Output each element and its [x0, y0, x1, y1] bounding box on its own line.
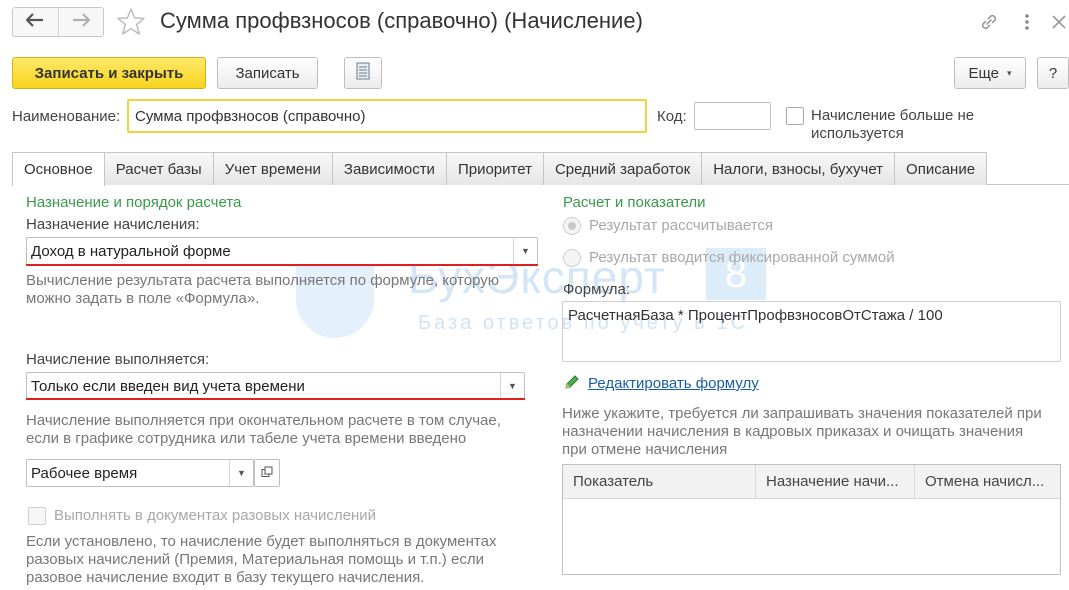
- indicators-table[interactable]: Показатель Назначение начи... Отмена нач…: [562, 464, 1061, 575]
- code-label: Код:: [657, 108, 687, 125]
- purpose-select-value: Доход в натуральной форме: [31, 242, 231, 260]
- radio-fixed-label: Результат вводится фиксированной суммой: [589, 249, 895, 266]
- name-label: Наименование:: [12, 108, 121, 125]
- one-time-note-line1: Если установлено, то начисление будет вы…: [26, 533, 497, 550]
- tab-main[interactable]: Основное: [12, 152, 105, 186]
- performed-select-value: Только если введен вид учета времени: [31, 377, 305, 395]
- performed-note: Начисление выполняется при окончательном…: [26, 412, 501, 448]
- open-time-type-button[interactable]: [254, 459, 280, 487]
- highlight-underline: [26, 398, 525, 400]
- not-used-checkbox[interactable]: [786, 107, 804, 125]
- one-time-note: Если установлено, то начисление будет вы…: [26, 533, 496, 587]
- tab-dependencies[interactable]: Зависимости: [331, 152, 447, 185]
- code-field[interactable]: [694, 102, 771, 130]
- not-used-label-line1: Начисление больше не: [811, 107, 975, 124]
- one-time-note-line2: разовых начислений (Премия, Материальная…: [26, 551, 484, 568]
- indicators-note-line3: при отмене начисления: [562, 441, 728, 458]
- table-header: Показатель Назначение начи... Отмена нач…: [563, 465, 1060, 499]
- tab-base-calculation[interactable]: Расчет базы: [103, 152, 214, 185]
- link-icon[interactable]: [977, 10, 1001, 34]
- navigation-group: [12, 7, 104, 37]
- purpose-select[interactable]: Доход в натуральной форме ▼: [26, 237, 538, 265]
- chevron-down-icon[interactable]: ▼: [513, 238, 537, 264]
- tab-bar: Основное Расчет базы Учет времени Зависи…: [12, 152, 988, 186]
- purpose-note-line1: Вычисление результата расчета выполняетс…: [26, 272, 500, 289]
- purpose-note: Вычисление результата расчета выполняетс…: [26, 272, 499, 308]
- tab-description[interactable]: Описание: [894, 152, 988, 185]
- one-time-note-line3: разовое начисление входит в базу текущег…: [26, 569, 425, 586]
- performed-select[interactable]: Только если введен вид учета времени ▼: [26, 372, 525, 400]
- pencil-icon[interactable]: [563, 373, 581, 395]
- purpose-label: Назначение начисления:: [26, 216, 200, 233]
- document-list-icon: [356, 62, 370, 84]
- formula-label: Формула:: [563, 281, 631, 298]
- indicators-note-line1: Ниже укажите, требуется ли запрашивать з…: [562, 405, 1042, 422]
- edit-formula-link[interactable]: Редактировать формулу: [588, 375, 759, 392]
- chevron-down-icon[interactable]: ▼: [229, 460, 253, 486]
- section-title-purpose: Назначение и порядок расчета: [26, 194, 242, 211]
- highlight-underline: [26, 264, 538, 266]
- one-time-label: Выполнять в документах разовых начислени…: [54, 507, 376, 524]
- close-icon[interactable]: [1047, 10, 1069, 34]
- radio-dot: [568, 222, 576, 230]
- help-button[interactable]: ?: [1037, 57, 1069, 89]
- save-and-close-button[interactable]: Записать и закрыть: [12, 57, 206, 89]
- purpose-note-line2: можно задать в поле «Формула».: [26, 290, 260, 307]
- more-actions-label: Еще: [968, 64, 999, 82]
- forward-button[interactable]: [57, 8, 103, 36]
- radio-calculated-label: Результат рассчитывается: [589, 217, 774, 234]
- section-title-calculation: Расчет и показатели: [563, 194, 706, 211]
- indicators-note: Ниже укажите, требуется ли запрашивать з…: [562, 405, 1042, 459]
- arrow-left-icon: [26, 13, 44, 31]
- tab-taxes-accounting[interactable]: Налоги, взносы, бухучет: [701, 152, 896, 185]
- back-button[interactable]: [13, 8, 58, 36]
- radio-calculated[interactable]: [563, 217, 581, 235]
- tab-time-tracking[interactable]: Учет времени: [212, 152, 333, 185]
- arrow-right-icon: [72, 13, 91, 31]
- chevron-down-icon[interactable]: ▼: [500, 373, 524, 399]
- formula-field[interactable]: РасчетнаяБаза * ПроцентПрофвзносовОтСтаж…: [562, 301, 1061, 362]
- performed-note-line2: если в графике сотрудника или табеле уче…: [26, 430, 467, 447]
- time-type-select[interactable]: Рабочее время ▼: [26, 459, 254, 487]
- favorite-star-icon[interactable]: [116, 7, 146, 41]
- tab-average-earnings[interactable]: Средний заработок: [542, 152, 703, 185]
- name-field[interactable]: Сумма профвзносов (справочно): [127, 99, 647, 133]
- column-header-assignment[interactable]: Назначение начи...: [756, 465, 915, 498]
- one-time-checkbox[interactable]: [28, 507, 46, 525]
- performed-label: Начисление выполняется:: [26, 351, 210, 368]
- report-button[interactable]: [344, 57, 382, 89]
- column-header-cancellation[interactable]: Отмена начисл...: [915, 465, 1060, 498]
- time-type-value: Рабочее время: [31, 464, 138, 482]
- performed-note-line1: Начисление выполняется при окончательном…: [26, 412, 501, 429]
- not-used-label-line2: используется: [811, 125, 904, 142]
- open-form-icon: [261, 465, 273, 482]
- more-vertical-icon[interactable]: [1015, 10, 1039, 34]
- save-button[interactable]: Записать: [217, 57, 318, 89]
- column-header-indicator[interactable]: Показатель: [563, 465, 756, 498]
- not-used-label: Начисление больше не используется: [811, 107, 974, 143]
- indicators-note-line2: назначении начисления в кадровых приказа…: [562, 423, 1024, 440]
- chevron-down-icon: ▾: [1007, 67, 1012, 78]
- tab-priority[interactable]: Приоритет: [445, 152, 544, 185]
- page-title: Сумма профвзносов (справочно) (Начислени…: [160, 8, 643, 33]
- radio-fixed[interactable]: [563, 249, 581, 267]
- more-actions-button[interactable]: Еще ▾: [954, 57, 1026, 89]
